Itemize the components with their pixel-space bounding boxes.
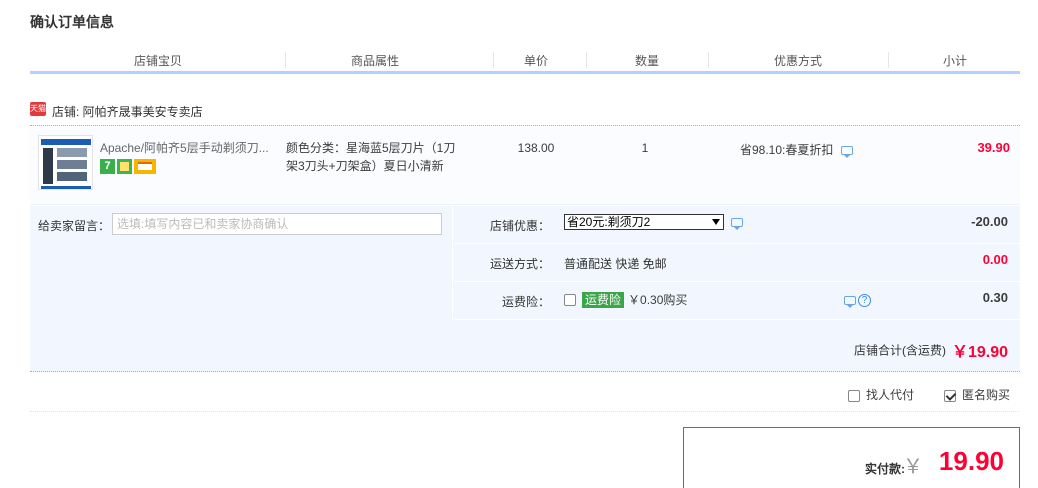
extra-options-row: 找人代付 匿名购买 — [30, 374, 1020, 412]
column-discount: 优惠方式 — [773, 54, 822, 68]
proxy-pay-checkbox[interactable] — [848, 389, 860, 402]
coupon-select[interactable]: 省20元:剃须刀2 — [564, 214, 724, 230]
help-icon[interactable]: ? — [858, 294, 871, 308]
anonymous-purchase-label: 匿名购买 — [962, 388, 1011, 402]
insurance-option: 运费险 ￥0.30购买 — [564, 291, 687, 308]
product-attribute: 颜色分类：星海蓝5层刀片（1刀架3刀头+刀架盒）夏日小清新 — [286, 141, 456, 173]
coupon-selected-value: 省20元:剃须刀2 — [567, 215, 651, 229]
message-label: 给卖家留言： — [38, 219, 111, 233]
credit-card-icon[interactable] — [134, 159, 156, 174]
insurance-price: ￥0.30购买 — [628, 293, 688, 307]
seller-message-area: 给卖家留言： 选填:填写内容已和卖家协商确认 — [30, 206, 453, 320]
shop-total: 店铺合计(含运费) ￥19.90 — [854, 338, 1008, 362]
unit-price: 138.00 — [517, 141, 555, 155]
insurance-amount: 0.30 — [982, 290, 1008, 305]
coupon-row: 店铺优惠： 省20元:剃须刀2 -20.00 — [454, 206, 1020, 244]
payment-summary-box: 实付款: ￥ 19.90 — [683, 427, 1020, 488]
chat-icon[interactable] — [731, 218, 743, 230]
anonymous-purchase-option[interactable]: 匿名购买 — [944, 386, 1010, 403]
guarantee-icon[interactable] — [117, 159, 132, 174]
quantity: 1 — [641, 141, 649, 155]
seller-message-input[interactable]: 选填:填写内容已和卖家协商确认 — [112, 213, 442, 235]
column-divider — [285, 52, 286, 68]
column-shop-items: 店铺宝贝 — [133, 54, 182, 68]
payment-total: 19.90 — [938, 446, 1004, 476]
yen-symbol: ￥ — [903, 456, 923, 478]
shipping-amount: 0.00 — [982, 252, 1008, 267]
column-divider — [586, 52, 587, 68]
insurance-label: 运费险： — [501, 295, 550, 309]
chat-icon[interactable] — [840, 146, 853, 159]
coupon-label: 店铺优惠： — [489, 219, 550, 233]
shop-total-label: 店铺合计(含运费) — [853, 343, 946, 358]
tmall-icon: 天猫 — [30, 102, 46, 116]
proxy-pay-label: 找人代付 — [866, 388, 915, 402]
proxy-pay-option[interactable]: 找人代付 — [848, 386, 914, 403]
discount-info: 省98.10:春夏折扣 — [740, 141, 853, 159]
column-divider — [493, 52, 494, 68]
item-subtotal: 39.90 — [977, 140, 1010, 155]
coupon-amount: -20.00 — [971, 214, 1008, 229]
column-header: 店铺宝贝 商品属性 单价 数量 优惠方式 小计 — [30, 48, 1020, 74]
column-unit-price: 单价 — [523, 54, 548, 68]
page-title: 确认订单信息 — [30, 14, 114, 30]
payment-label: 实付款: — [865, 462, 905, 476]
chat-icon[interactable] — [844, 296, 856, 309]
column-quantity: 数量 — [634, 54, 659, 68]
insurance-tag: 运费险 — [582, 291, 625, 308]
product-thumbnail[interactable] — [38, 135, 93, 190]
order-options-panel: 给卖家留言： 选填:填写内容已和卖家协商确认 店铺优惠： 省20元:剃须刀2 -… — [30, 206, 1020, 372]
product-name-link[interactable]: Apache/阿帕齐5层手动剃须刀... — [100, 139, 275, 156]
shipping-label: 运送方式： — [489, 257, 550, 271]
column-subtotal: 小计 — [942, 54, 967, 68]
shop-name-link[interactable]: 店铺: 阿帕齐晟事美安专卖店 — [52, 103, 203, 120]
dropdown-arrow-icon — [712, 219, 720, 225]
anonymous-purchase-checkbox[interactable] — [944, 389, 956, 402]
discount-text: 省98.10:春夏折扣 — [740, 143, 834, 157]
insurance-icons: ? — [844, 293, 871, 309]
column-divider — [888, 52, 889, 68]
shipping-row: 运送方式： 普通配送 快递 免邮 0.00 — [454, 244, 1020, 282]
insurance-row: 运费险： 运费险 ￥0.30购买 ? 0.30 — [454, 282, 1020, 320]
column-divider — [708, 52, 709, 68]
shop-total-value: ￥19.90 — [951, 344, 1008, 361]
column-attributes: 商品属性 — [350, 54, 399, 68]
order-item-row: Apache/阿帕齐5层手动剃须刀... 7 颜色分类：星海蓝5层刀片（1刀架3… — [30, 127, 1020, 205]
insurance-checkbox[interactable] — [564, 293, 576, 306]
shipping-method: 普通配送 快递 免邮 — [564, 257, 667, 271]
service-badges: 7 — [100, 159, 158, 174]
shop-row: 天猫 店铺: 阿帕齐晟事美安专卖店 — [30, 100, 1020, 126]
seven-day-return-icon[interactable]: 7 — [100, 159, 115, 174]
